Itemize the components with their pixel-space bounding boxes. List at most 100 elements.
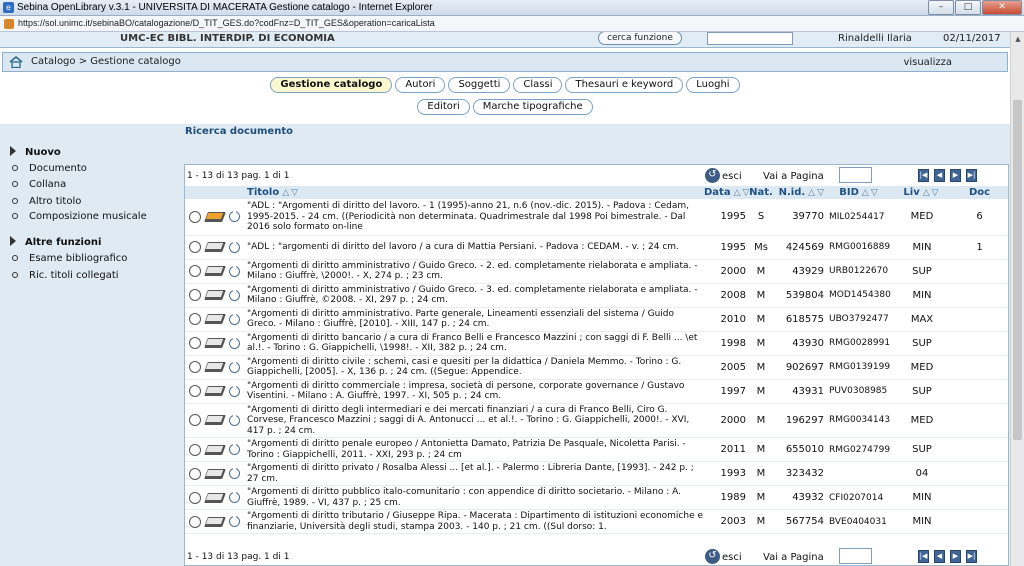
column-header-doc[interactable]: Doc: [951, 186, 1008, 199]
exit-back-icon[interactable]: ↺: [705, 168, 720, 183]
table-row[interactable]: "ADL : "Argomenti di diritto del lavoro.…: [185, 199, 1008, 236]
tab-luoghi[interactable]: Luoghi: [686, 77, 740, 93]
row-select-radio[interactable]: [189, 515, 201, 528]
link-cycle-icon[interactable]: [229, 264, 240, 277]
vertical-scrollbar[interactable]: ▲: [1010, 32, 1024, 566]
cell-title[interactable]: "Argomenti di diritto commerciale : impr…: [247, 379, 704, 404]
column-header-level[interactable]: Liv △▽: [893, 186, 951, 199]
table-row[interactable]: "ADL : "argomenti di diritto del lavoro …: [185, 235, 1008, 260]
cell-title[interactable]: "Argomenti di diritto pubblico italo-com…: [247, 485, 704, 510]
exit-link[interactable]: esci: [722, 171, 742, 182]
goto-page-input[interactable]: [839, 167, 872, 183]
home-icon[interactable]: [9, 56, 23, 68]
table-row[interactable]: "Argomenti di diritto amministrativo / G…: [185, 259, 1008, 284]
cell-title[interactable]: "Argomenti di diritto civile : schemi, c…: [247, 355, 704, 380]
book-icon[interactable]: [204, 443, 226, 457]
sidebar-item-collana[interactable]: Collana: [12, 179, 172, 190]
sidebar-item-esame-bibliografico[interactable]: Esame bibliografico: [12, 253, 172, 264]
link-cycle-icon[interactable]: [229, 360, 240, 373]
exit-back-icon[interactable]: ↺: [705, 549, 720, 564]
tab-classi[interactable]: Classi: [513, 77, 563, 93]
sidebar-item-ric-titoli-collegati[interactable]: Ric. titoli collegati: [12, 270, 172, 281]
tab-soggetti[interactable]: Soggetti: [448, 77, 511, 93]
table-row[interactable]: "Argomenti di diritto bancario / a cura …: [185, 331, 1008, 356]
cell-title[interactable]: "Argomenti di diritto tributario / Giuse…: [247, 509, 704, 534]
table-row[interactable]: "Argomenti di diritto amministrativo. Pa…: [185, 307, 1008, 332]
link-cycle-icon[interactable]: [229, 312, 240, 325]
minimize-button[interactable]: –: [928, 0, 954, 15]
book-icon[interactable]: [204, 240, 226, 254]
link-cycle-icon[interactable]: [229, 515, 240, 527]
sidebar-item-documento[interactable]: Documento: [12, 163, 172, 174]
tab-editori[interactable]: Editori: [417, 99, 470, 115]
link-cycle-icon[interactable]: [229, 413, 240, 426]
row-select-radio[interactable]: [189, 265, 201, 277]
row-select-radio[interactable]: [189, 414, 201, 427]
row-select-radio[interactable]: [189, 361, 201, 373]
tab-marche-tipografiche[interactable]: Marche tipografiche: [472, 99, 593, 115]
table-row[interactable]: "Argomenti di diritto privato / Rosalba …: [185, 461, 1008, 486]
book-icon[interactable]: [204, 312, 226, 326]
sidebar-item-composizione-musicale[interactable]: Composizione musicale: [12, 211, 172, 222]
first-page-icon[interactable]: |◀: [918, 550, 929, 563]
table-row[interactable]: "Argomenti di diritto degli intermediari…: [185, 403, 1008, 438]
row-select-radio[interactable]: [189, 443, 201, 456]
cell-title[interactable]: "Argomenti di diritto amministrativo. Pa…: [247, 307, 704, 332]
goto-page-input[interactable]: [839, 548, 872, 564]
cell-title[interactable]: "Argomenti di diritto amministrativo / G…: [247, 283, 704, 308]
column-header-nid[interactable]: N.id. △▽: [774, 186, 826, 199]
row-select-radio[interactable]: [189, 337, 201, 349]
address-bar[interactable]: https://sol.unimc.it/sebinaBO/catalogazi…: [0, 16, 1024, 32]
scroll-up-icon[interactable]: ▲: [1013, 34, 1023, 44]
column-header-date[interactable]: Data △▽: [704, 186, 749, 199]
row-select-radio[interactable]: [189, 491, 201, 504]
row-select-radio[interactable]: [189, 467, 201, 480]
row-select-radio[interactable]: [189, 313, 201, 325]
table-row[interactable]: "Argomenti di diritto tributario / Giuse…: [185, 509, 1008, 534]
link-cycle-icon[interactable]: [229, 384, 240, 397]
last-page-icon[interactable]: ▶|: [966, 169, 977, 182]
close-button[interactable]: ✕: [982, 0, 1022, 15]
cell-title[interactable]: "ADL : "Argomenti di diritto del lavoro.…: [247, 199, 704, 236]
scrollbar-thumb[interactable]: [1013, 100, 1022, 440]
row-select-radio[interactable]: [189, 241, 201, 253]
book-icon[interactable]: [204, 264, 226, 278]
cell-title[interactable]: "Argomenti di diritto penale europeo / A…: [247, 437, 704, 462]
table-row[interactable]: "Argomenti di diritto civile : schemi, c…: [185, 355, 1008, 380]
view-link[interactable]: visualizza: [903, 57, 952, 68]
column-header-nature[interactable]: Nat.: [748, 186, 774, 199]
link-cycle-icon[interactable]: [229, 240, 240, 253]
link-cycle-icon[interactable]: [229, 288, 240, 301]
link-cycle-icon[interactable]: [229, 336, 240, 349]
table-row[interactable]: "Argomenti di diritto penale europeo / A…: [185, 437, 1008, 462]
book-icon[interactable]: [204, 413, 226, 427]
book-icon[interactable]: [204, 467, 226, 481]
book-icon[interactable]: [204, 360, 226, 374]
row-select-radio[interactable]: [189, 289, 201, 301]
prev-page-icon[interactable]: ◀: [934, 550, 945, 563]
book-icon[interactable]: [204, 336, 226, 350]
book-icon[interactable]: [204, 515, 226, 529]
breadcrumb[interactable]: Catalogo > Gestione catalogo: [31, 56, 181, 67]
cell-title[interactable]: "ADL : "argomenti di diritto del lavoro …: [247, 235, 704, 260]
book-icon[interactable]: [204, 384, 226, 398]
url-text[interactable]: https://sol.unimc.it/sebinaBO/catalogazi…: [18, 18, 435, 28]
cell-title[interactable]: "Argomenti di diritto bancario / a cura …: [247, 331, 704, 356]
column-header-bid[interactable]: BID △▽: [826, 186, 893, 199]
prev-page-icon[interactable]: ◀: [934, 169, 945, 182]
table-row[interactable]: "Argomenti di diritto commerciale : impr…: [185, 379, 1008, 404]
find-function-input[interactable]: [707, 32, 793, 45]
book-icon[interactable]: [204, 288, 226, 302]
cell-title[interactable]: "Argomenti di diritto amministrativo / G…: [247, 259, 704, 284]
link-cycle-icon[interactable]: [229, 443, 240, 455]
next-page-icon[interactable]: ▶: [950, 550, 961, 563]
row-select-radio[interactable]: [189, 210, 201, 223]
first-page-icon[interactable]: |◀: [918, 169, 929, 182]
find-function-button[interactable]: cerca funzione: [598, 32, 682, 45]
sidebar-item-altro-titolo[interactable]: Altro titolo: [12, 196, 172, 207]
column-header-title[interactable]: Titolo △▽: [247, 186, 704, 199]
cell-title[interactable]: "Argomenti di diritto privato / Rosalba …: [247, 461, 704, 486]
last-page-icon[interactable]: ▶|: [966, 550, 977, 563]
table-row[interactable]: "Argomenti di diritto pubblico italo-com…: [185, 485, 1008, 510]
book-icon[interactable]: [204, 210, 226, 224]
